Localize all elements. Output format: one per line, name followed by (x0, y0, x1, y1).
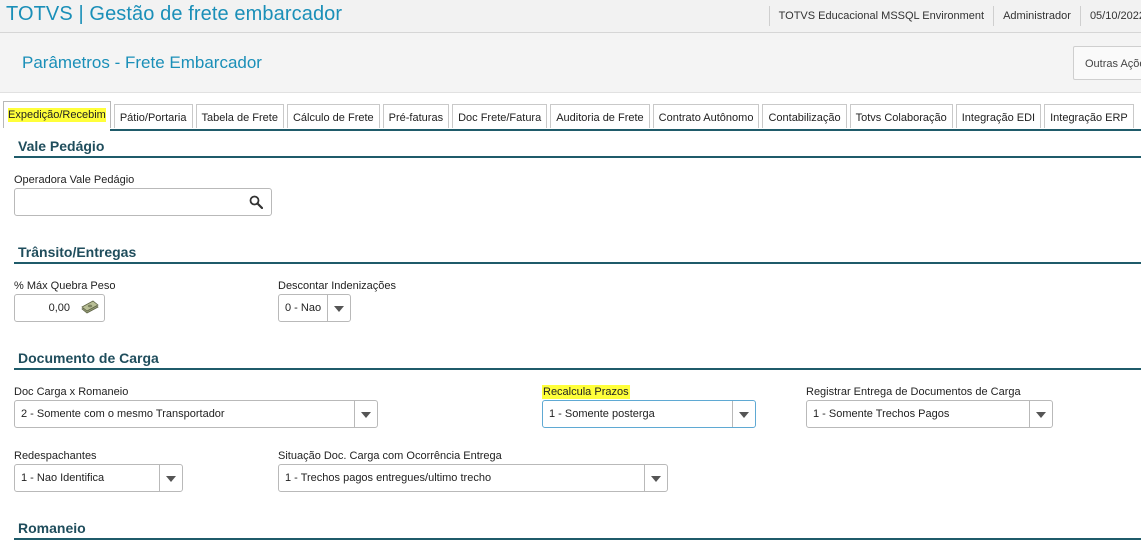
chevron-down-icon[interactable] (354, 401, 377, 427)
section-divider (14, 156, 1141, 158)
recalcula-prazos-select[interactable]: 1 - Somente posterga (542, 400, 756, 428)
doc-carga-romaneio-select[interactable]: 2 - Somente com o mesmo Transportador (14, 400, 378, 428)
tab-tabela-de-frete[interactable]: Tabela de Frete (195, 104, 284, 128)
recalcula-prazos-label-text: Recalcula Prazos (542, 385, 630, 399)
doc-carga-romaneio-value: 2 - Somente com o mesmo Transportador (21, 408, 225, 420)
tab-totvs-colaboracao[interactable]: Totvs Colaboração (849, 104, 953, 128)
registrar-entrega-select[interactable]: 1 - Somente Trechos Pagos (806, 400, 1053, 428)
descontar-indenizacoes-value: 0 - Nao (285, 302, 322, 314)
tab-integracao-erp[interactable]: Integração ERP (1044, 104, 1134, 128)
max-quebra-peso-value: 0,00 (48, 302, 70, 314)
page-title: Parâmetros - Frete Embarcador (22, 53, 262, 72)
max-quebra-peso-input[interactable]: 0,00 (14, 294, 105, 322)
section-divider (14, 538, 1141, 540)
registrar-entrega-value: 1 - Somente Trechos Pagos (813, 408, 950, 420)
section-divider (14, 262, 1141, 264)
section-divider (14, 368, 1141, 370)
tab-contabilizacao[interactable]: Contabilização (762, 104, 847, 128)
current-date: 05/10/2022 (1089, 10, 1141, 22)
tab-contrato-autonomo[interactable]: Contrato Autônomo (652, 104, 760, 128)
tab-patio-portaria[interactable]: Pátio/Portaria (113, 104, 193, 128)
tab-doc-frete-fatura[interactable]: Doc Frete/Fatura (452, 104, 548, 128)
page-header: Parâmetros - Frete Embarcador Outras Açõ… (0, 33, 1141, 93)
chevron-down-icon[interactable] (732, 401, 755, 427)
tab-label: Expedição/Recebim (8, 108, 106, 122)
divider (993, 6, 995, 26)
top-bar-info: TOTVS Educacional MSSQL Environment Admi… (760, 0, 1141, 32)
situacao-doc-carga-select[interactable]: 1 - Trechos pagos entregues/ultimo trech… (278, 464, 668, 492)
other-actions-button[interactable]: Outras Ações (1073, 46, 1141, 80)
registrar-entrega-label: Registrar Entrega de Documentos de Carga (806, 386, 1021, 398)
chevron-down-icon[interactable] (159, 465, 182, 491)
redespachantes-value: 1 - Nao Identifica (21, 472, 105, 484)
top-bar: TOTVS | Gestão de frete embarcador TOTVS… (0, 0, 1141, 33)
section-title-documento-de-carga: Documento de Carga (18, 350, 159, 366)
app-title: TOTVS | Gestão de frete embarcador (6, 3, 343, 25)
tab-pre-faturas[interactable]: Pré-faturas (382, 104, 450, 128)
redespachantes-select[interactable]: 1 - Nao Identifica (14, 464, 183, 492)
environment-label: TOTVS Educacional MSSQL Environment (778, 10, 985, 22)
recalcula-prazos-label: Recalcula Prazos (542, 385, 630, 399)
descontar-indenizacoes-select[interactable]: 0 - Nao (278, 294, 351, 322)
money-icon[interactable] (80, 300, 100, 316)
divider (768, 6, 770, 26)
descontar-indenizacoes-label: Descontar Indenizações (278, 280, 397, 292)
chevron-down-icon[interactable] (644, 465, 667, 491)
tab-auditoria-de-frete[interactable]: Auditoria de Frete (550, 104, 650, 128)
chevron-down-icon[interactable] (1029, 401, 1052, 427)
tab-bar: Expedição/Recebim Pátio/Portaria Tabela … (3, 101, 1137, 130)
section-title-romaneio: Romaneio (18, 520, 86, 536)
search-icon[interactable] (249, 195, 263, 209)
user-name[interactable]: Administrador (1003, 10, 1071, 22)
max-quebra-peso-label: % Máx Quebra Peso (14, 280, 116, 292)
divider (1079, 6, 1081, 26)
operadora-vale-pedagio-input[interactable] (14, 188, 272, 216)
situacao-doc-carga-value: 1 - Trechos pagos entregues/ultimo trech… (285, 472, 492, 484)
redespachantes-label: Redespachantes (14, 450, 97, 462)
chevron-down-icon[interactable] (327, 295, 350, 321)
doc-carga-romaneio-label: Doc Carga x Romaneio (14, 386, 129, 398)
tab-integracao-edi[interactable]: Integração EDI (955, 104, 1042, 128)
recalcula-prazos-value: 1 - Somente posterga (549, 408, 655, 420)
tab-calculo-de-frete[interactable]: Cálculo de Frete (286, 104, 380, 128)
tab-expedicao-recebim[interactable]: Expedição/Recebim (3, 101, 111, 128)
situacao-doc-carga-label: Situação Doc. Carga com Ocorrência Entre… (278, 450, 502, 462)
section-title-vale-pedagio: Vale Pedágio (18, 138, 105, 154)
section-title-transito-entregas: Trânsito/Entregas (18, 244, 137, 260)
tab-underline (110, 129, 1141, 131)
operadora-vale-pedagio-label: Operadora Vale Pedágio (14, 174, 135, 186)
